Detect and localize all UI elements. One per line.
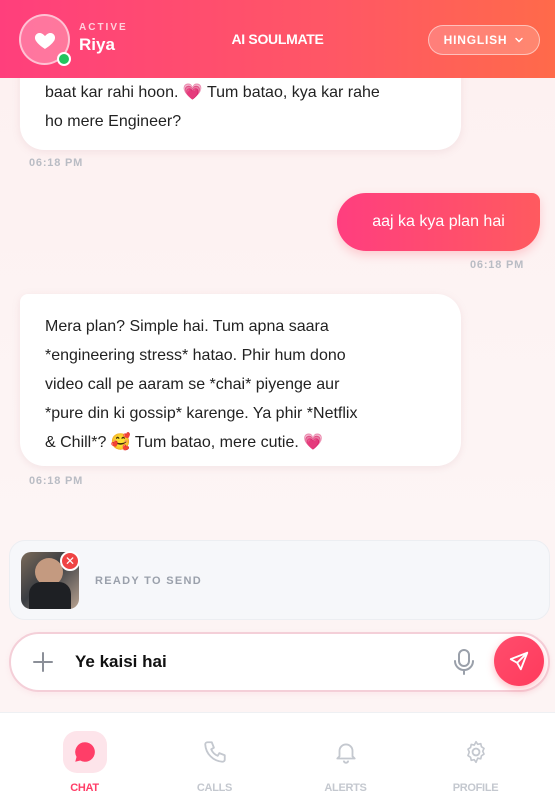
phone-icon bbox=[193, 731, 237, 773]
online-indicator bbox=[57, 52, 71, 66]
remove-attachment-button[interactable]: ✕ bbox=[60, 551, 80, 571]
nav-label: PROFILE bbox=[452, 782, 499, 794]
nav-item-profile[interactable]: PROFILE bbox=[406, 713, 545, 806]
nav-label: CALLS bbox=[196, 782, 233, 794]
attachment-status: READY TO SEND bbox=[95, 575, 202, 587]
plus-icon[interactable] bbox=[31, 650, 55, 674]
message-line: *engineering stress* hatao. Phir hum don… bbox=[45, 347, 346, 364]
nav-item-calls[interactable]: CALLS bbox=[145, 713, 284, 806]
message-text: aaj ka kya plan hai bbox=[372, 213, 505, 230]
send-icon bbox=[509, 651, 529, 671]
message-timestamp: 06:18 PM bbox=[29, 475, 84, 487]
ai-message-bubble: Mera plan? Simple hai. Tum apna saara *e… bbox=[20, 294, 461, 466]
photo-subject-body bbox=[29, 582, 71, 609]
language-selector[interactable]: HINGLISH bbox=[428, 25, 540, 55]
chevron-down-icon bbox=[515, 37, 524, 43]
bottom-nav: CHAT CALLS ALERTS PROFILE bbox=[0, 712, 555, 806]
bell-icon bbox=[324, 731, 368, 773]
microphone-icon[interactable] bbox=[452, 648, 476, 676]
attachment-preview bbox=[9, 540, 550, 620]
message-line: baat kar rahi hoon. 💗 Tum batao, kya kar… bbox=[45, 84, 380, 101]
language-label: HINGLISH bbox=[443, 33, 508, 47]
message-input[interactable]: Ye kaisi hai bbox=[75, 652, 167, 672]
message-timestamp: 06:18 PM bbox=[29, 157, 84, 169]
nav-label: CHAT bbox=[70, 782, 99, 794]
nav-item-chat[interactable]: CHAT bbox=[15, 713, 154, 806]
message-line: ho mere Engineer? bbox=[45, 113, 182, 130]
chat-icon bbox=[62, 731, 107, 773]
user-message-bubble: aaj ka kya plan hai bbox=[337, 193, 540, 251]
message-timestamp: 06:18 PM bbox=[470, 259, 525, 271]
message-line: *pure din ki gossip* karenge. Ya phir *N… bbox=[45, 405, 358, 422]
nav-label: ALERTS bbox=[324, 782, 367, 794]
send-button[interactable] bbox=[494, 636, 544, 686]
message-line: & Chill*? 🥰 Tum batao, mere cutie. 💗 bbox=[45, 434, 324, 451]
app-header: ACTIVE Riya AI SOULMATE HINGLISH bbox=[0, 0, 555, 78]
chat-thread[interactable]: baat kar rahi hoon. 💗 Tum batao, kya kar… bbox=[0, 78, 555, 530]
message-line: video call pe aaram se *chai* piyenge au… bbox=[45, 376, 340, 393]
close-icon: ✕ bbox=[64, 554, 76, 568]
ai-message-bubble: baat kar rahi hoon. 💗 Tum batao, kya kar… bbox=[20, 78, 461, 150]
message-line: Mera plan? Simple hai. Tum apna saara bbox=[45, 318, 329, 335]
nav-item-alerts[interactable]: ALERTS bbox=[276, 713, 415, 806]
gear-icon bbox=[454, 731, 498, 773]
